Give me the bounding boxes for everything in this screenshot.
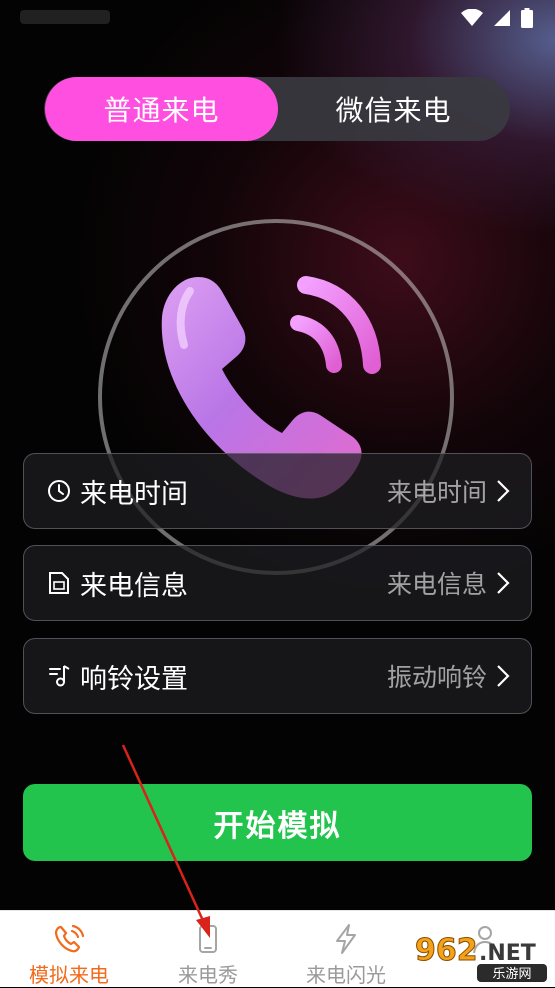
start-simulation-button[interactable]: 开始模拟 bbox=[23, 784, 532, 861]
nav-label: 来电秀 bbox=[178, 963, 238, 987]
lightning-icon bbox=[336, 924, 356, 954]
music-note-icon bbox=[46, 663, 72, 689]
svg-text:.NET: .NET bbox=[479, 941, 536, 966]
nav-item-call-show[interactable]: 来电秀 bbox=[139, 911, 277, 987]
call-type-segmented-control: 普通来电 微信来电 bbox=[44, 77, 510, 141]
signal-icon bbox=[494, 10, 510, 26]
setting-value: 来电时间 bbox=[386, 478, 487, 507]
setting-label: 来电信息 bbox=[80, 570, 188, 602]
chevron-right-icon bbox=[497, 572, 510, 594]
nav-item-call-flash[interactable]: 来电闪光 bbox=[277, 911, 415, 987]
setting-row-ringtone[interactable]: 响铃设置 振动响铃 bbox=[23, 638, 532, 714]
setting-row-call-info[interactable]: 来电信息 来电信息 bbox=[23, 545, 532, 621]
tab-normal-call[interactable]: 普通来电 bbox=[45, 77, 278, 141]
status-icons bbox=[461, 8, 533, 28]
chevron-right-icon bbox=[497, 665, 510, 687]
phone-ringing-icon bbox=[54, 924, 85, 953]
nav-label: 来电闪光 bbox=[306, 963, 386, 987]
call-simulator-screen: 普通来电 微信来电 来电时间 来电时间 来电信息 来电信息 响铃设置 振动响铃 … bbox=[0, 0, 555, 910]
chevron-right-icon bbox=[497, 480, 510, 502]
setting-label: 来电时间 bbox=[80, 478, 188, 510]
status-notifications-blurred bbox=[20, 10, 110, 24]
setting-value: 振动响铃 bbox=[386, 663, 487, 692]
battery-icon bbox=[521, 8, 533, 28]
nav-label: 模拟来电 bbox=[29, 963, 109, 987]
setting-label: 响铃设置 bbox=[80, 663, 188, 695]
svg-text:962: 962 bbox=[415, 933, 478, 968]
wifi-icon bbox=[461, 9, 483, 26]
962-net-watermark-logo: 962 .NET 乐游网 bbox=[415, 933, 547, 982]
tab-wechat-call[interactable]: 微信来电 bbox=[277, 77, 510, 141]
status-bar bbox=[0, 0, 555, 36]
sim-card-icon bbox=[46, 570, 72, 596]
setting-row-call-time[interactable]: 来电时间 来电时间 bbox=[23, 453, 532, 529]
clock-icon bbox=[46, 478, 72, 504]
svg-text:乐游网: 乐游网 bbox=[492, 967, 531, 982]
setting-value: 来电信息 bbox=[386, 570, 487, 599]
smartphone-icon bbox=[199, 925, 217, 953]
nav-item-simulate-call[interactable]: 模拟来电 bbox=[0, 911, 138, 987]
